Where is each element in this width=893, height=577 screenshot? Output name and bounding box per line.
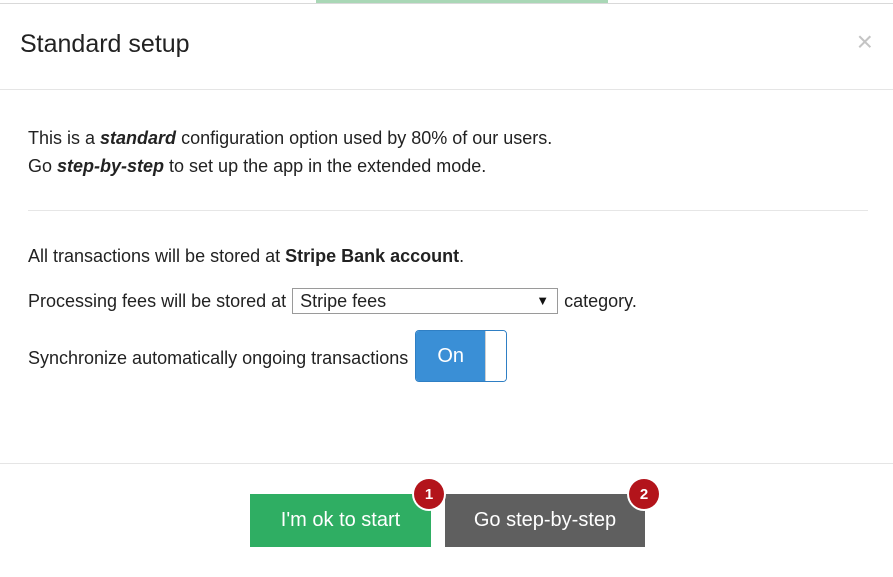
section-divider — [28, 210, 868, 211]
intro-step-by-step-emphasis: step-by-step — [57, 156, 165, 176]
modal-header: Standard setup × — [0, 4, 893, 90]
intro-line-2-prefix: Go — [28, 156, 58, 176]
sync-toggle-knob[interactable] — [485, 331, 507, 381]
intro-line-2-suffix: to set up the app in the extended mode. — [164, 156, 487, 176]
modal-footer: I'm ok to start Go step-by-step 1 2 — [0, 463, 893, 577]
fees-category-suffix: category. — [564, 291, 637, 311]
transactions-label: All transactions will be stored at — [28, 246, 286, 266]
close-icon[interactable]: × — [857, 28, 873, 56]
transactions-account-name: Stripe Bank account — [285, 246, 460, 266]
intro-line-1: This is a standard configuration option … — [28, 124, 552, 152]
ok-to-start-button[interactable]: I'm ok to start — [250, 494, 431, 547]
sync-toggle-state: On — [416, 331, 486, 381]
sync-toggle[interactable]: On — [415, 330, 508, 382]
modal-body: This is a standard configuration option … — [0, 90, 893, 463]
intro-standard-emphasis: standard — [100, 128, 177, 148]
fees-label: Processing fees will be stored at — [28, 291, 287, 311]
transactions-account-row: All transactions will be stored at Strip… — [28, 244, 464, 268]
sync-row: Synchronize automatically ongoing transa… — [28, 330, 508, 384]
intro-line-1-prefix: This is a — [28, 128, 101, 148]
transactions-period: . — [459, 246, 465, 266]
chevron-down-icon: ▼ — [536, 293, 550, 308]
standard-setup-modal: Standard setup × This is a standard conf… — [0, 0, 893, 577]
modal-title: Standard setup — [20, 30, 190, 58]
step-badge-2: 2 — [629, 479, 659, 509]
intro-line-1-suffix: configuration option used by 80% of our … — [176, 128, 553, 148]
intro-line-2: Go step-by-step to set up the app in the… — [28, 152, 552, 180]
processing-fees-row: Processing fees will be stored at Stripe… — [28, 288, 637, 314]
intro-text: This is a standard configuration option … — [28, 124, 552, 180]
fees-category-selected-value: Stripe fees — [300, 291, 387, 311]
fees-category-select[interactable]: Stripe fees ▼ — [292, 288, 559, 314]
go-step-by-step-button[interactable]: Go step-by-step — [445, 494, 645, 547]
sync-label: Synchronize automatically ongoing transa… — [28, 348, 409, 368]
step-badge-1: 1 — [414, 479, 444, 509]
